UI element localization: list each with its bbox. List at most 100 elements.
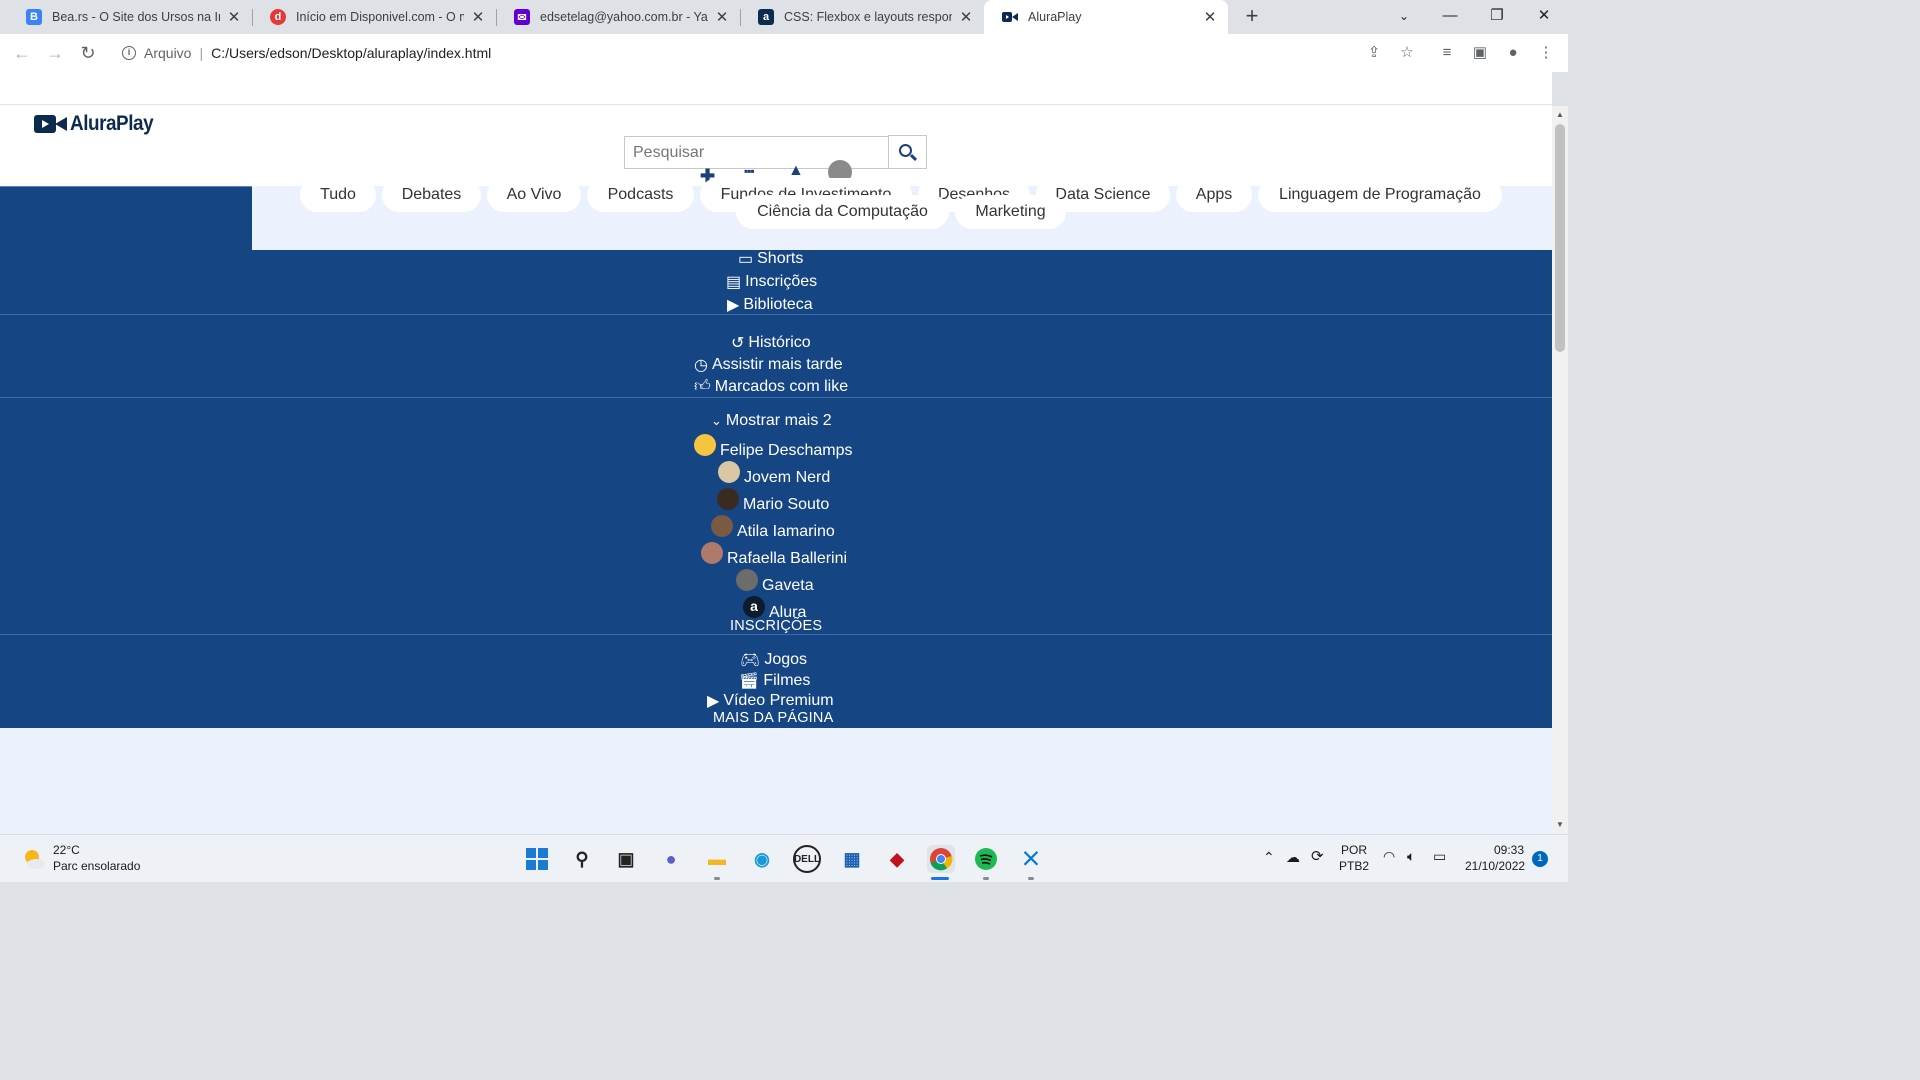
channel-item[interactable]: Atila Iamarino: [711, 515, 835, 543]
category-chip[interactable]: Ciência da Computação: [736, 195, 949, 229]
onedrive-cloud-icon[interactable]: ☁: [1286, 849, 1300, 866]
shorts-icon: ▭: [738, 251, 754, 268]
spotify-icon[interactable]: [972, 845, 1000, 873]
apps-grid-icon[interactable]: ▪▪▪: [744, 164, 755, 178]
page-scrollbar[interactable]: ▲ ▼: [1552, 106, 1568, 834]
chat-icon[interactable]: ●: [657, 845, 685, 873]
section-title-inscricoes: INSCRIÇÕES: [730, 618, 823, 634]
menu-item-marcados-com-like[interactable]: 👍︎ Marcados com like: [694, 377, 848, 396]
scroll-thumb[interactable]: [1555, 124, 1565, 352]
keyboard-layout-indicator[interactable]: PTB2: [1339, 859, 1369, 873]
new-tab-button[interactable]: +: [1240, 5, 1264, 29]
disponivel-favicon-icon: d: [270, 9, 286, 25]
store-icon[interactable]: ▦: [838, 845, 866, 873]
battery-icon[interactable]: ▭: [1433, 848, 1446, 865]
task-view-icon[interactable]: ▣: [612, 845, 640, 873]
clock-date[interactable]: 21/10/2022: [1465, 859, 1525, 873]
browser-tab-active[interactable]: AluraPlay ✕: [984, 0, 1228, 34]
channel-item[interactable]: Mario Souto: [717, 488, 829, 516]
dell-icon[interactable]: DELL: [793, 845, 821, 873]
category-chip[interactable]: Linguagem de Programação: [1258, 178, 1502, 212]
history-icon: ↺: [731, 335, 745, 352]
close-tab-icon[interactable]: ✕: [226, 8, 242, 26]
back-button[interactable]: ←: [10, 41, 34, 65]
thumbs-up-icon: 👍︎: [694, 378, 711, 395]
scroll-down-icon[interactable]: ▼: [1556, 820, 1564, 829]
tab-title: Início em Disponivel.com - O mai: [296, 10, 464, 24]
restore-button[interactable]: ❐: [1477, 3, 1517, 29]
sync-icon[interactable]: ⟳: [1311, 847, 1324, 865]
channel-item[interactable]: Gaveta: [736, 569, 814, 597]
show-more-button[interactable]: ⌄ Mostrar mais 2: [711, 412, 832, 430]
bookmark-star-icon[interactable]: ☆: [1397, 43, 1417, 63]
scroll-up-icon[interactable]: ▲: [1556, 110, 1564, 119]
menu-item-shorts[interactable]: ▭ Shorts: [738, 249, 803, 269]
channel-avatar: [717, 488, 739, 510]
forward-button[interactable]: →: [43, 41, 67, 65]
chrome-icon[interactable]: [927, 845, 955, 873]
address-scheme-label: Arquivo: [144, 45, 192, 61]
channel-item[interactable]: Jovem Nerd: [718, 461, 830, 489]
clock-time[interactable]: 09:33: [1494, 843, 1524, 857]
menu-item-filmes[interactable]: 🎬︎ Filmes: [739, 671, 810, 691]
edge-icon[interactable]: ◉: [748, 845, 776, 873]
language-indicator[interactable]: POR: [1341, 843, 1367, 857]
search-button[interactable]: [888, 135, 927, 169]
vscode-icon[interactable]: ⨉: [1017, 845, 1045, 873]
category-chip[interactable]: Podcasts: [587, 178, 694, 212]
menu-item-jogos[interactable]: 🎮︎ Jogos: [740, 650, 807, 670]
minimize-button[interactable]: —: [1430, 3, 1470, 29]
browser-tab[interactable]: a CSS: Flexbox e layouts responsivo ✕: [740, 0, 984, 34]
share-icon[interactable]: ⇪: [1364, 43, 1384, 63]
address-bar[interactable]: i Arquivo | C:/Users/edson/Desktop/alura…: [112, 38, 1432, 68]
partly-sunny-icon[interactable]: [22, 847, 46, 871]
menu-kebab-icon[interactable]: ⋮: [1536, 43, 1556, 63]
show-hidden-icons-chevron-icon[interactable]: ⌃: [1263, 849, 1275, 866]
close-tab-icon[interactable]: ✕: [714, 8, 730, 26]
menu-item-inscricoes[interactable]: ▤ Inscrições: [726, 272, 817, 292]
wifi-icon[interactable]: ◠: [1383, 848, 1395, 865]
clapperboard-icon: 🎬︎: [739, 673, 760, 690]
browser-tab[interactable]: B Bea.rs - O Site dos Ursos na Inter ✕: [8, 0, 252, 34]
info-icon[interactable]: i: [122, 46, 136, 60]
category-chip[interactable]: Marketing: [955, 195, 1066, 229]
menu-item-video-premium[interactable]: ▶ Vídeo Premium: [707, 691, 834, 711]
subscriptions-icon: ▤: [726, 274, 742, 291]
side-panel-icon[interactable]: ▣: [1470, 43, 1490, 63]
library-icon: ▶: [727, 297, 740, 314]
close-tab-icon[interactable]: ✕: [470, 8, 486, 26]
search-taskbar-icon[interactable]: ⚲: [568, 845, 596, 873]
channel-avatar: [711, 515, 733, 537]
channel-item[interactable]: Felipe Deschamps: [694, 434, 853, 462]
page-viewport: AluraPlay Pesquisar ✚ ▪▪▪ ▲ Tudo Debates…: [0, 72, 1552, 834]
menu-item-biblioteca[interactable]: ▶ Biblioteca: [727, 295, 813, 315]
tab-search-chevron-icon[interactable]: ⌄: [1384, 3, 1424, 29]
aluraplay-logo[interactable]: AluraPlay: [34, 112, 162, 136]
browser-tab[interactable]: d Início em Disponivel.com - O mai ✕: [252, 0, 496, 34]
tab-title: edsetelag@yahoo.com.br - Yahoo: [540, 10, 708, 24]
menu-item-assistir-mais-tarde[interactable]: ◷ Assistir mais tarde: [694, 355, 843, 375]
reading-list-icon[interactable]: ≡: [1437, 43, 1457, 63]
browser-tab[interactable]: ✉ edsetelag@yahoo.com.br - Yahoo ✕: [496, 0, 740, 34]
alura-avatar-icon: a: [743, 596, 765, 618]
search-input[interactable]: Pesquisar: [624, 136, 890, 169]
profile-icon[interactable]: ●: [1503, 43, 1523, 63]
clock-icon: ◷: [694, 357, 708, 374]
volume-icon[interactable]: 🔈︎: [1407, 848, 1415, 865]
channel-item[interactable]: Rafaella Ballerini: [701, 542, 847, 570]
notification-badge[interactable]: 1: [1532, 851, 1548, 867]
category-chip[interactable]: Debates: [382, 178, 481, 212]
reload-button[interactable]: ↻: [76, 41, 100, 65]
close-tab-icon[interactable]: ✕: [958, 8, 974, 26]
windows-start-icon[interactable]: [523, 845, 551, 873]
category-chip[interactable]: Ao Vivo: [487, 178, 581, 212]
category-chip[interactable]: Apps: [1176, 178, 1252, 212]
address-url[interactable]: C:/Users/edson/Desktop/aluraplay/index.h…: [211, 45, 491, 61]
channel-avatar: [718, 461, 740, 483]
close-window-button[interactable]: ✕: [1524, 3, 1564, 29]
category-chip[interactable]: Tudo: [300, 178, 376, 212]
file-explorer-icon[interactable]: ▬: [703, 845, 731, 873]
close-tab-icon[interactable]: ✕: [1202, 8, 1218, 26]
mcafee-icon[interactable]: ◆: [883, 845, 911, 873]
menu-item-historico[interactable]: ↺ Histórico: [731, 333, 811, 353]
